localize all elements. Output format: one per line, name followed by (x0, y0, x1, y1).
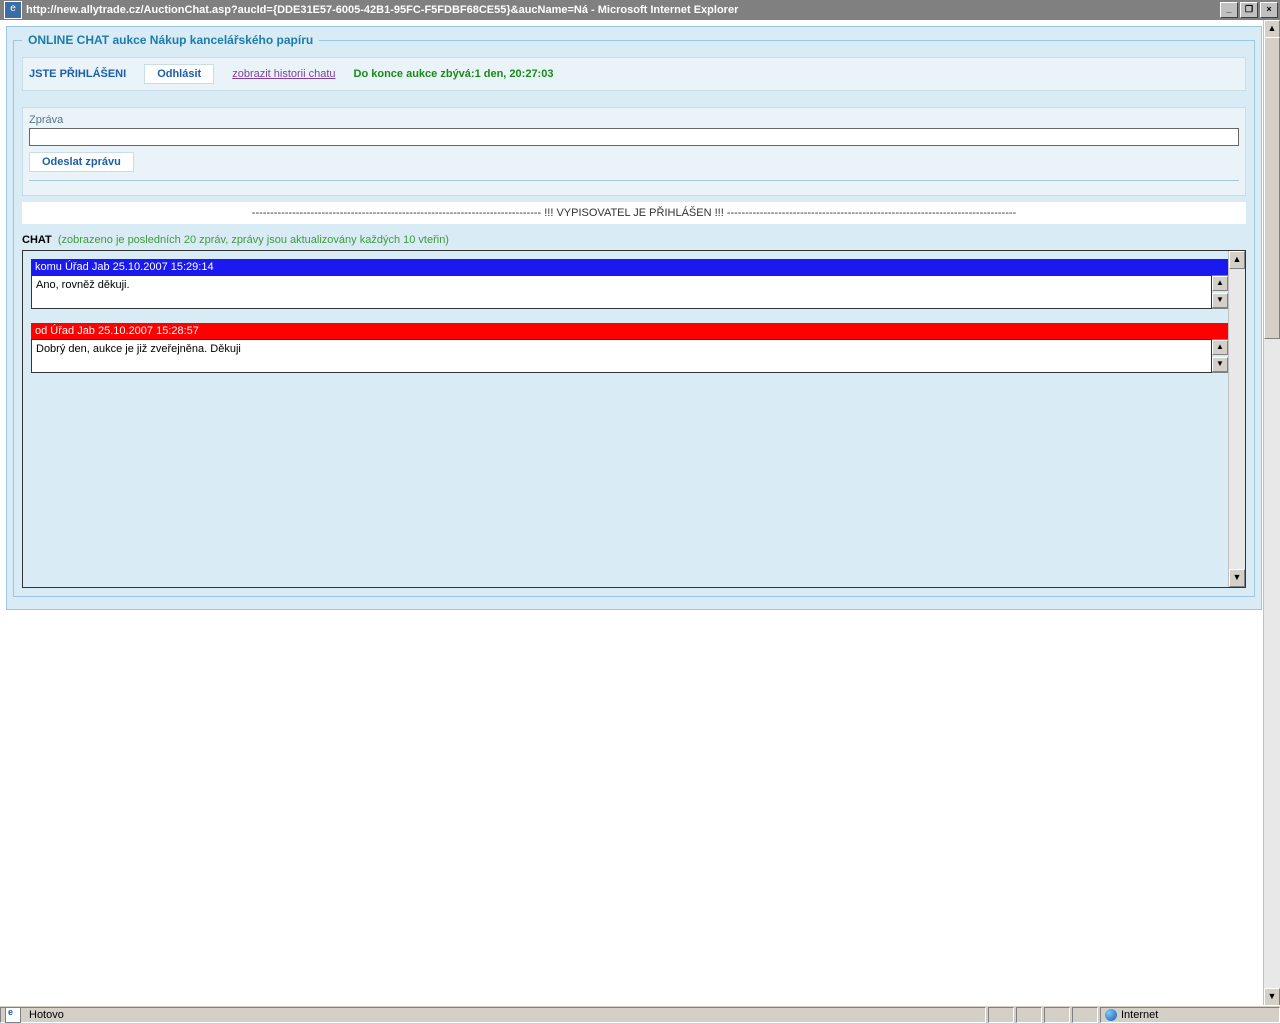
chat-log: komu Úřad Jab 25.10.2007 15:29:14Ano, ro… (22, 250, 1246, 588)
chat-header-note: (zobrazeno je posledních 20 zpráv, zpráv… (58, 234, 449, 246)
scroll-down-icon[interactable]: ▼ (1264, 988, 1280, 1006)
status-text: Hotovo (29, 1009, 64, 1021)
login-status: JSTE PŘIHLÁŠENI (29, 68, 126, 80)
chat-header: CHAT (zobrazeno je posledních 20 zpráv, … (22, 234, 1246, 246)
logout-button[interactable]: Odhlásit (144, 64, 214, 84)
send-button[interactable]: Odeslat zprávu (29, 152, 134, 172)
announcer-banner: ----------------------------------------… (22, 202, 1246, 224)
browser-viewport: ONLINE CHAT aukce Nákup kancelářského pa… (0, 20, 1280, 1006)
maximize-button[interactable]: ❐ (1240, 2, 1258, 18)
page-icon (5, 1007, 21, 1023)
scroll-up-icon[interactable]: ▲ (1264, 20, 1280, 38)
compose-box: Zpráva Odeslat zprávu (22, 107, 1246, 196)
chat-message: od Úřad Jab 25.10.2007 15:28:57Dobrý den… (31, 323, 1229, 373)
history-link[interactable]: zobrazit historii chatu (232, 68, 335, 80)
auction-countdown: Do konce aukce zbývá:1 den, 20:27:03 (354, 68, 554, 80)
scroll-up-icon[interactable]: ▲ (1229, 251, 1245, 269)
message-header: od Úřad Jab 25.10.2007 15:28:57 (31, 323, 1229, 339)
ie-icon: e (4, 1, 22, 19)
scroll-thumb[interactable] (1264, 37, 1280, 339)
page-scrollbar[interactable]: ▲ ▼ (1263, 20, 1280, 1006)
browser-statusbar: Hotovo Internet (0, 1005, 1280, 1024)
chat-header-label: CHAT (22, 234, 52, 246)
scroll-up-icon[interactable]: ▲ (1212, 340, 1228, 355)
window-title: http://new.allytrade.cz/AuctionChat.asp?… (26, 4, 1220, 16)
scroll-down-icon[interactable]: ▼ (1212, 293, 1228, 308)
page-title: ONLINE CHAT aukce Nákup kancelářského pa… (22, 33, 319, 47)
status-cell (988, 1007, 1014, 1023)
message-body: Ano, rovněž děkuji. (31, 275, 1212, 309)
message-label: Zpráva (29, 114, 1239, 126)
chat-scrollbar[interactable]: ▲ ▼ (1228, 251, 1245, 587)
scroll-up-icon[interactable]: ▲ (1212, 276, 1228, 291)
close-button[interactable]: × (1260, 2, 1278, 18)
message-scrollbar[interactable]: ▲▼ (1212, 275, 1229, 309)
scroll-down-icon[interactable]: ▼ (1212, 357, 1228, 372)
message-header: komu Úřad Jab 25.10.2007 15:29:14 (31, 259, 1229, 275)
window-titlebar: e http://new.allytrade.cz/AuctionChat.as… (0, 0, 1280, 20)
status-cell (1072, 1007, 1098, 1023)
message-body: Dobrý den, aukce je již zveřejněna. Děku… (31, 339, 1212, 373)
security-zone: Internet (1121, 1009, 1158, 1021)
status-cell (1016, 1007, 1042, 1023)
status-cell (1044, 1007, 1070, 1023)
chat-message: komu Úřad Jab 25.10.2007 15:29:14Ano, ro… (31, 259, 1229, 309)
message-scrollbar[interactable]: ▲▼ (1212, 339, 1229, 373)
message-input[interactable] (29, 128, 1239, 146)
scroll-down-icon[interactable]: ▼ (1229, 569, 1245, 587)
status-bar-row: JSTE PŘIHLÁŠENI Odhlásit zobrazit histor… (22, 57, 1246, 91)
internet-zone-icon (1105, 1009, 1117, 1021)
minimize-button[interactable]: _ (1220, 2, 1238, 18)
chat-panel: ONLINE CHAT aukce Nákup kancelářského pa… (13, 33, 1255, 597)
